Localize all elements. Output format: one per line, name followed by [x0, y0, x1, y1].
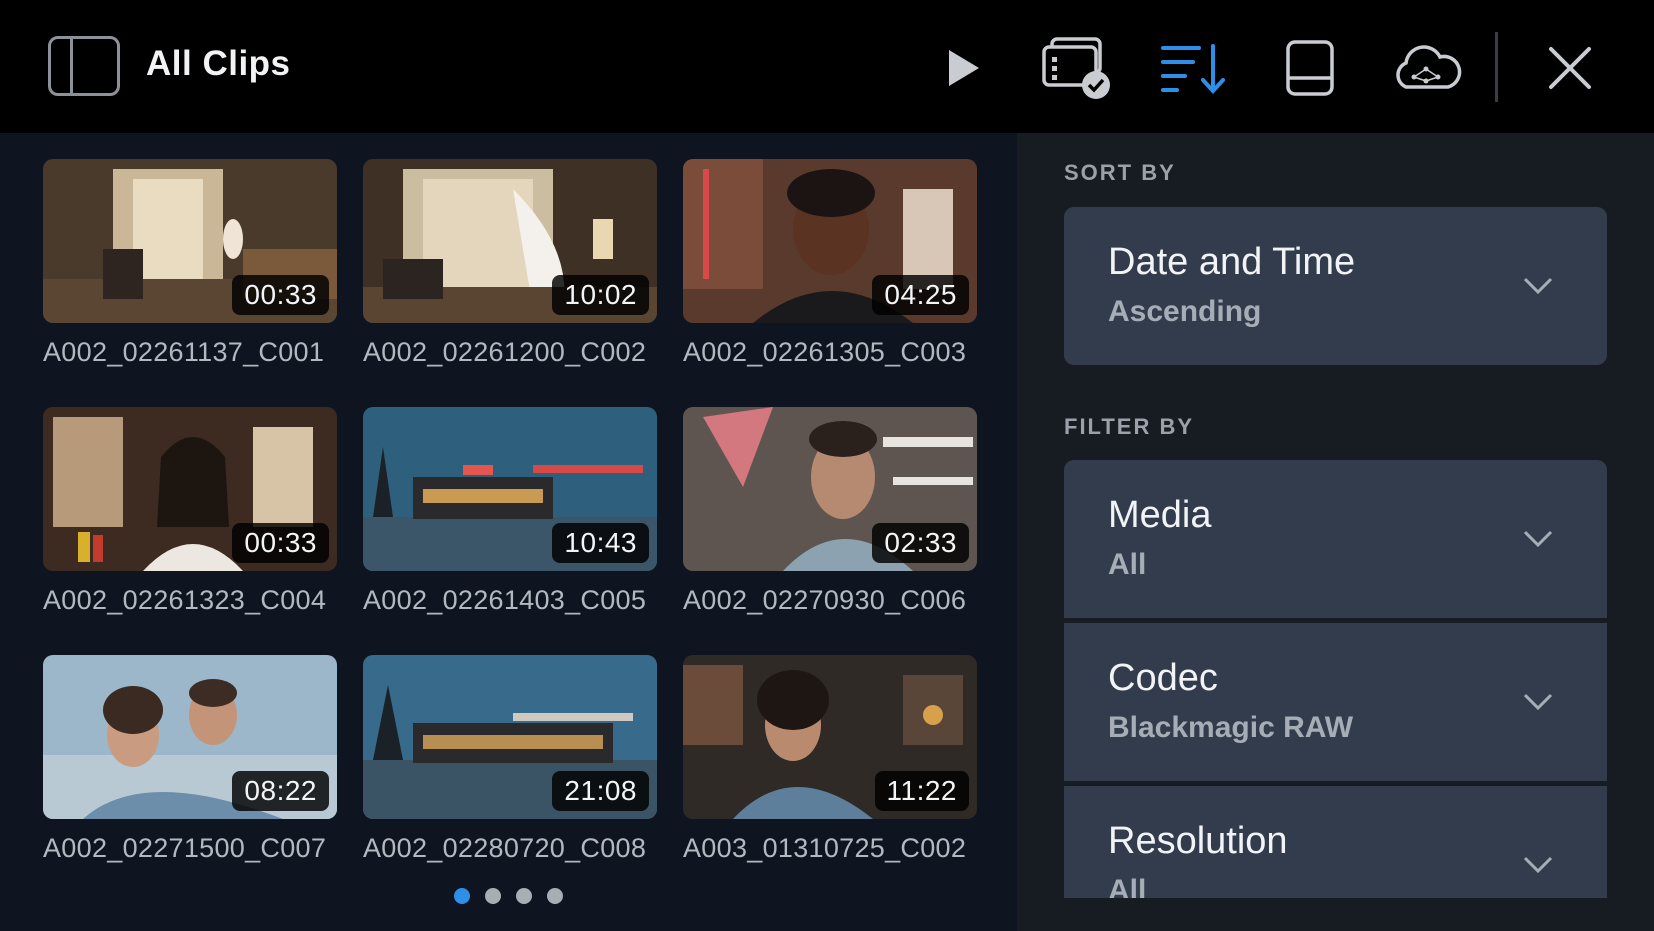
clip-duration: 08:22	[232, 771, 329, 811]
clip-name: A003_01310725_C002	[683, 833, 967, 863]
sort-icon[interactable]	[1156, 30, 1232, 106]
dropdown-title: Date and Time	[1108, 241, 1356, 283]
clip-card[interactable]: 21:08 A002_02280720_C008	[363, 655, 657, 864]
clip-duration: 00:33	[232, 523, 329, 563]
clip-thumbnail: 10:43	[363, 407, 657, 571]
clip-duration: 10:43	[552, 523, 649, 563]
clip-card[interactable]: 02:33 A002_02270930_C006	[683, 407, 977, 616]
top-bar: All Clips	[0, 0, 1654, 133]
page-dot[interactable]	[516, 888, 532, 904]
clip-card[interactable]: 11:22 A003_01310725_C002	[683, 655, 977, 864]
dropdown-title: Resolution	[1108, 820, 1288, 862]
filter-by-label: FILTER BY	[1064, 414, 1195, 439]
chevron-down-icon	[1523, 693, 1553, 711]
clip-grid: 00:33 A002_02261137_C001 10:02 A002_0226…	[0, 133, 1017, 931]
page-dot[interactable]	[454, 888, 470, 904]
sort-dropdown[interactable]: Date and Time Ascending	[1064, 207, 1607, 365]
sort-by-label: SORT BY	[1064, 160, 1176, 185]
chevron-down-icon	[1523, 856, 1553, 874]
dropdown-value: Ascending	[1108, 295, 1262, 328]
play-icon[interactable]	[925, 30, 1001, 106]
clip-thumbnail: 02:33	[683, 407, 977, 571]
clip-name: A002_02270930_C006	[683, 585, 967, 615]
clip-thumbnail: 00:33	[43, 159, 337, 323]
sort-filter-panel: SORT BY Date and Time Ascending FILTER B…	[1017, 133, 1654, 931]
filter-codec-dropdown[interactable]: Codec Blackmagic RAW	[1064, 623, 1607, 781]
filter-resolution-dropdown[interactable]: Resolution All	[1064, 786, 1607, 898]
clip-card[interactable]: 08:22 A002_02271500_C007	[43, 655, 337, 864]
clip-duration: 02:33	[872, 523, 969, 563]
clip-thumbnail: 00:33	[43, 407, 337, 571]
clip-duration: 21:08	[552, 771, 649, 811]
clip-name: A002_02261403_C005	[363, 585, 647, 615]
clip-thumbnail: 21:08	[363, 655, 657, 819]
clip-name: A002_02280720_C008	[363, 833, 647, 863]
clip-card[interactable]: 00:33 A002_02261323_C004	[43, 407, 337, 616]
toolbar-divider	[1495, 32, 1498, 102]
clip-duration: 04:25	[872, 275, 969, 315]
cloud-icon[interactable]	[1388, 30, 1464, 106]
clip-thumbnail: 08:22	[43, 655, 337, 819]
clip-thumbnail: 11:22	[683, 655, 977, 819]
clip-card[interactable]: 04:25 A002_02261305_C003	[683, 159, 977, 368]
cards-check-icon[interactable]	[1040, 30, 1116, 106]
clip-duration: 10:02	[552, 275, 649, 315]
sidebar-toggle-icon[interactable]	[48, 36, 120, 96]
clip-duration: 00:33	[232, 275, 329, 315]
close-icon[interactable]	[1532, 30, 1608, 106]
clip-thumbnail: 10:02	[363, 159, 657, 323]
clip-name: A002_02261305_C003	[683, 337, 967, 367]
filter-media-dropdown[interactable]: Media All	[1064, 460, 1607, 618]
clip-thumbnail: 04:25	[683, 159, 977, 323]
clip-name: A002_02261200_C002	[363, 337, 647, 367]
drive-icon[interactable]	[1272, 30, 1348, 106]
chevron-down-icon	[1523, 530, 1553, 548]
clip-card[interactable]: 10:02 A002_02261200_C002	[363, 159, 657, 368]
page-dot[interactable]	[547, 888, 563, 904]
clip-card[interactable]: 00:33 A002_02261137_C001	[43, 159, 337, 368]
dropdown-title: Codec	[1108, 657, 1218, 699]
clip-duration: 11:22	[874, 771, 969, 811]
clip-card[interactable]: 10:43 A002_02261403_C005	[363, 407, 657, 616]
dropdown-value: All	[1108, 548, 1147, 581]
page-title: All Clips	[146, 44, 291, 83]
page-indicator	[454, 888, 563, 904]
dropdown-title: Media	[1108, 494, 1212, 536]
dropdown-value: Blackmagic RAW	[1108, 711, 1354, 744]
clip-name: A002_02261323_C004	[43, 585, 327, 615]
clip-name: A002_02271500_C007	[43, 833, 327, 863]
clip-name: A002_02261137_C001	[43, 337, 325, 367]
dropdown-value: All	[1108, 874, 1147, 898]
page-dot[interactable]	[485, 888, 501, 904]
chevron-down-icon	[1523, 277, 1553, 295]
